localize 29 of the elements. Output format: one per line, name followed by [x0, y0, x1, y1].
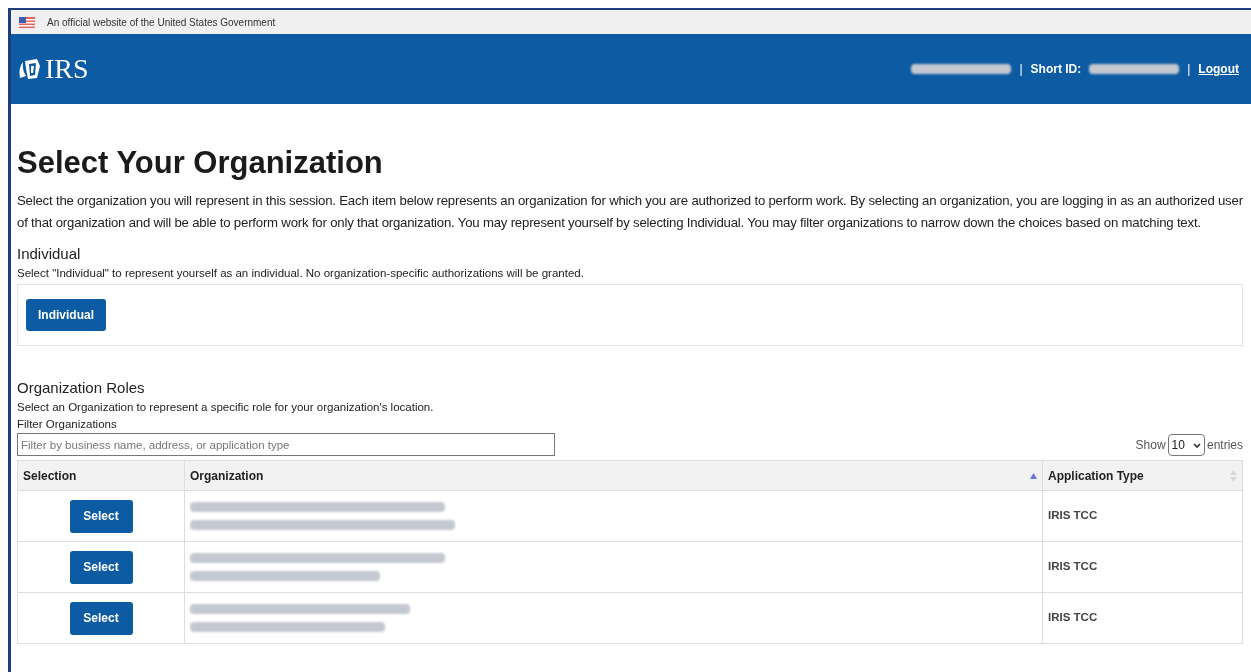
intro-paragraph: Select the organization you will represent in this session. Each item below represents an organization for which you are authorized to perform work. By selecting an organization, you are logging in as an authorized user of that organization and will be able to perform work for only that organization. You may represent yourself by selecting Individual. You may filter organizations to narrow down the choices based on matching text. — [17, 192, 1244, 232]
separator: | — [1187, 61, 1191, 78]
individual-description: Select "Individual" to represent yourself as an individual. No organization-specific authorizations will be granted. — [17, 266, 585, 281]
column-header: Selection — [17, 460, 185, 491]
column-header[interactable]: Organization — [184, 460, 1043, 491]
individual-button[interactable]: Individual — [26, 299, 106, 331]
flag-icon — [19, 16, 35, 28]
filter-label: Filter Organizations — [17, 417, 118, 432]
column-header[interactable]: Application Type — [1042, 460, 1243, 491]
separator: | — [1019, 61, 1023, 78]
entries-label: entries — [1206, 437, 1243, 454]
select-button[interactable]: Select — [69, 499, 133, 533]
short-id-label: Short ID: — [1030, 61, 1082, 78]
filter-field[interactable]: Filter by business name, address, or application type — [17, 433, 555, 456]
application-type-cell: IRIS TCC — [1042, 592, 1243, 644]
select-button[interactable]: Select — [69, 601, 133, 635]
irs-logo-text: IRS — [45, 55, 89, 83]
page-size-select[interactable]: 10 — [1167, 434, 1205, 456]
application-type-cell: IRIS TCC — [1042, 541, 1243, 593]
roles-description: Select an Organization to represent a specific role for your organization's location. — [17, 400, 435, 415]
chevron-down-icon — [1192, 442, 1201, 448]
show-label: Show — [1135, 437, 1166, 454]
roles-heading: Organization Roles — [17, 378, 146, 398]
select-button[interactable]: Select — [69, 550, 133, 584]
application-type-cell: IRIS TCC — [1042, 490, 1243, 542]
gov-banner-text: An official website of the United States Government — [47, 15, 276, 30]
page-title: Select Your Organization — [17, 144, 384, 182]
logout-link[interactable]: Logout — [1198, 60, 1239, 78]
individual-heading: Individual — [17, 244, 82, 264]
